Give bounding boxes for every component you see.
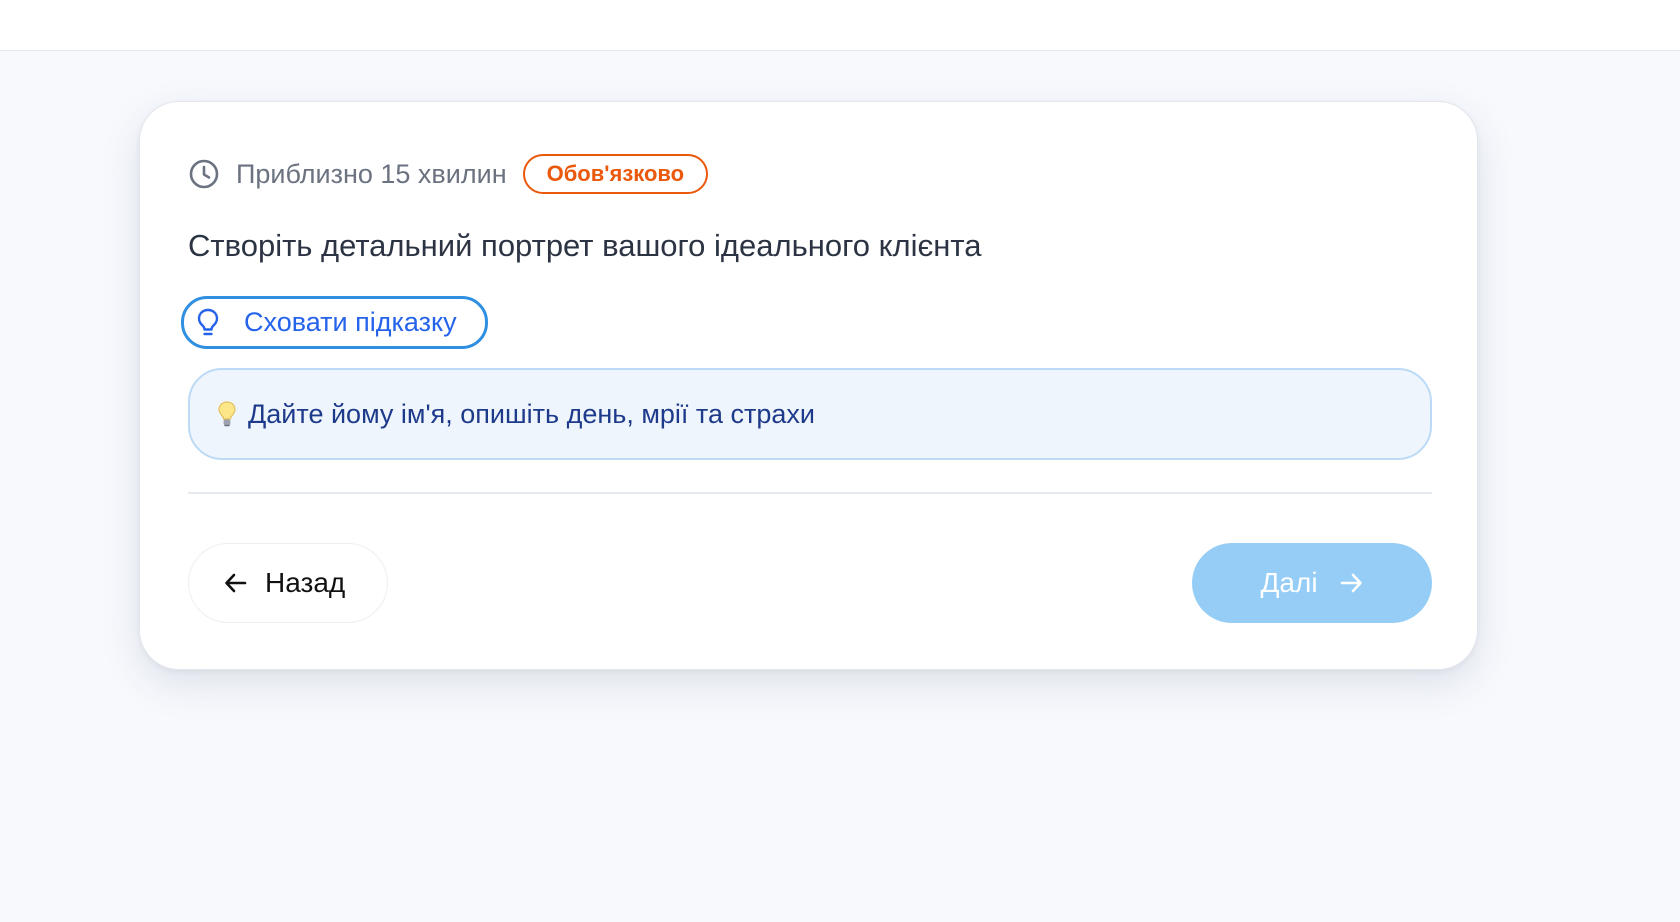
lightbulb-emoji-icon <box>216 400 238 428</box>
next-label: Далі <box>1260 567 1318 598</box>
lightbulb-icon <box>194 307 222 339</box>
divider <box>188 492 1432 494</box>
next-button[interactable]: Далі <box>1192 543 1432 623</box>
hint-text: Дайте йому ім'я, опишіть день, мрії та с… <box>248 398 815 429</box>
hint-box: Дайте йому ім'я, опишіть день, мрії та с… <box>188 368 1432 460</box>
top-bar <box>0 0 1680 51</box>
clock-icon <box>188 158 220 190</box>
hide-hint-label: Сховати підказку <box>244 307 457 337</box>
back-button[interactable]: Назад <box>188 543 388 623</box>
hide-hint-button[interactable]: Сховати підказку <box>181 296 488 349</box>
arrow-right-icon <box>1338 570 1364 596</box>
estimated-time: Приблизно 15 хвилин <box>236 158 507 189</box>
required-badge: Обов'язково <box>522 154 709 194</box>
question-meta: Приблизно 15 хвилин Обов'язково <box>188 152 709 196</box>
question-text: Створіть детальний портрет вашого ідеаль… <box>188 228 982 263</box>
arrow-left-icon <box>223 570 249 596</box>
question-card: Приблизно 15 хвилин Обов'язково Створіть… <box>139 101 1478 670</box>
back-label: Назад <box>265 567 346 598</box>
